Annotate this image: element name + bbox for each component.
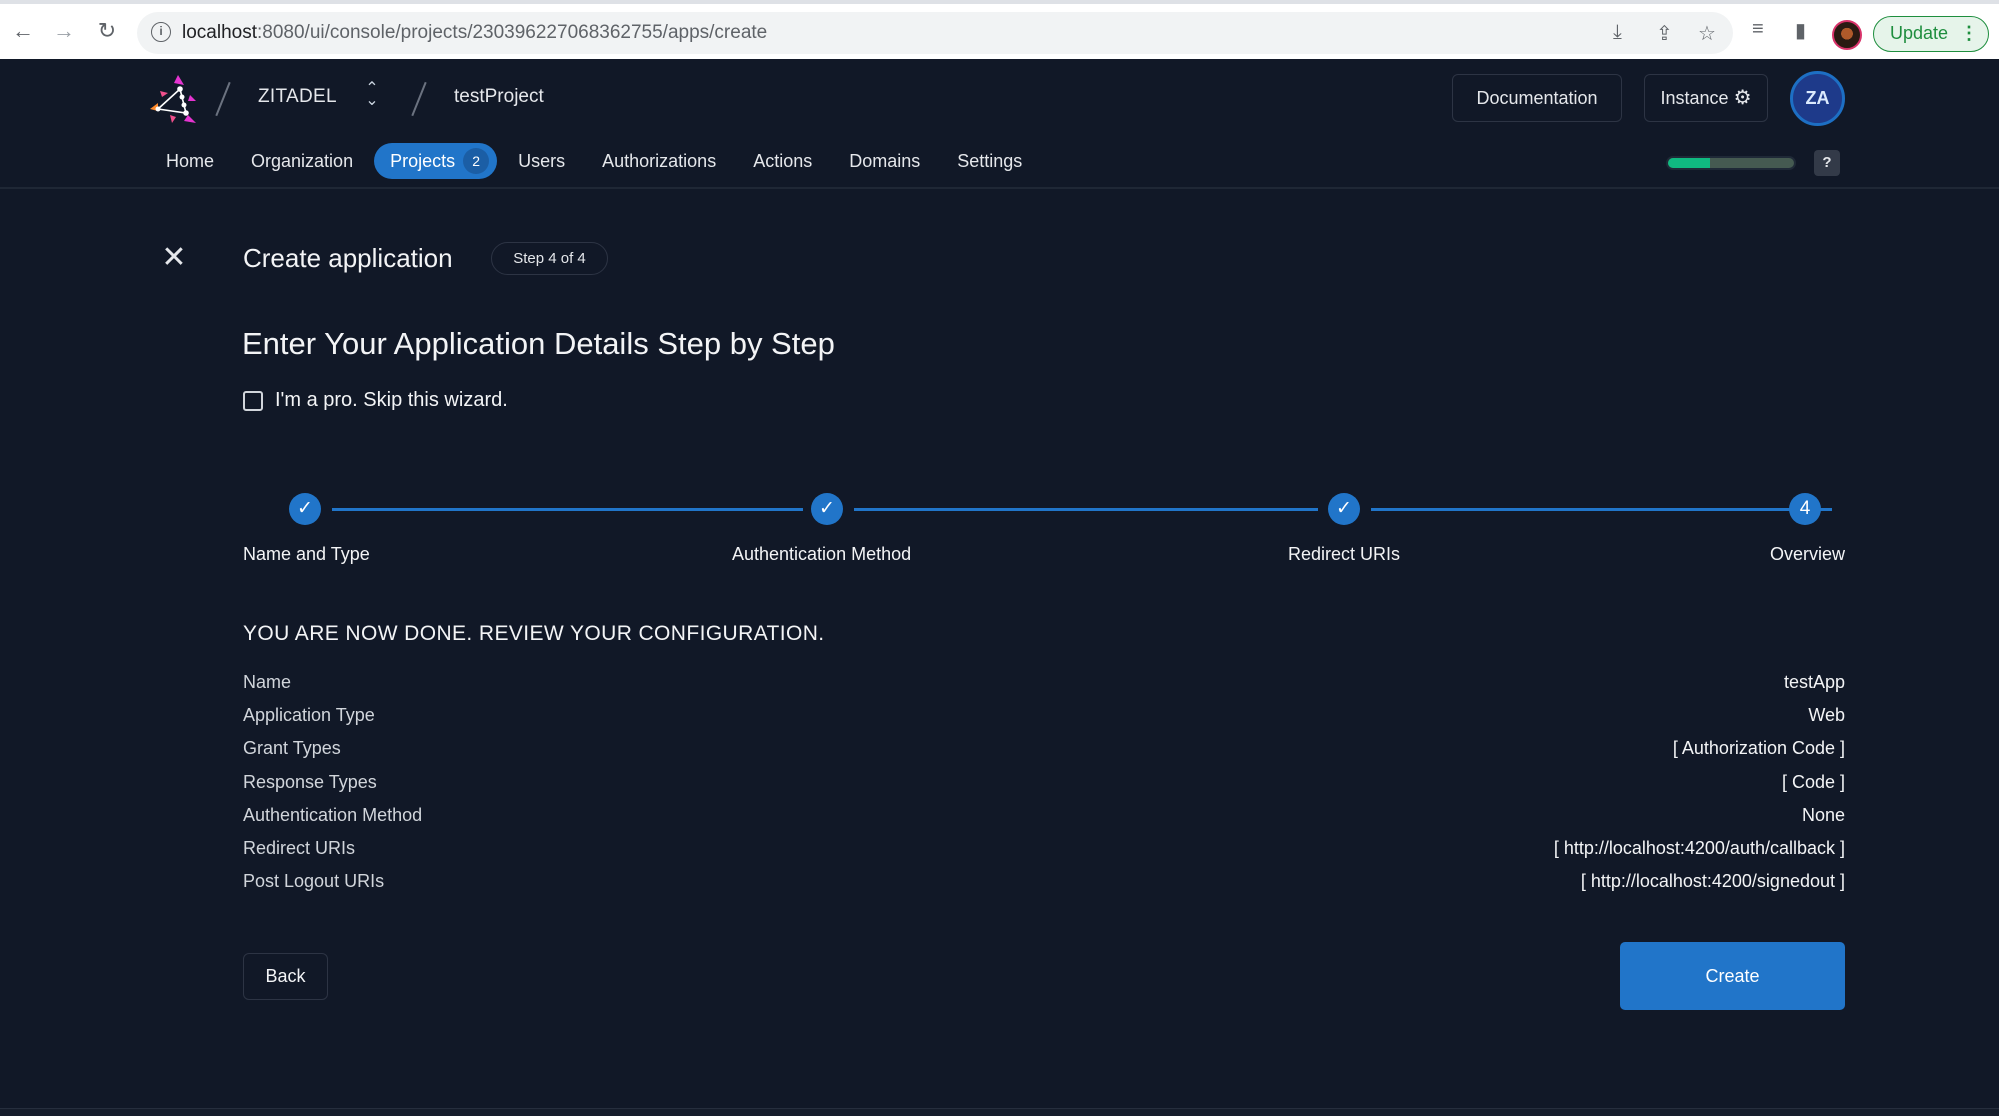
wizard-stepper: ✓ ✓ ✓ 4 Name and Type Authentication Met… [243,488,1845,578]
review-value: [ Authorization Code ] [1672,738,1845,759]
review-key: Name [243,672,292,693]
nav-item-organization[interactable]: Organization [235,143,369,179]
review-row-application-type: Application Type Web [243,699,1845,732]
review-value: [ Code ] [1781,771,1845,792]
profile-avatar[interactable] [1832,20,1862,50]
step-label-overview: Overview [1769,544,1845,564]
org-switch-chevron-icon[interactable]: ⌃ ⌄ [362,81,382,109]
gear-icon: ⚙ [1733,87,1752,109]
url-text[interactable]: localhost:8080/ui/console/projects/23039… [182,22,767,44]
review-heading: YOU ARE NOW DONE. REVIEW YOUR CONFIGURAT… [243,622,825,645]
step-4-number[interactable]: 4 [1789,493,1821,525]
nav-item-settings[interactable]: Settings [941,143,1038,179]
address-bar[interactable]: i localhost:8080/ui/console/projects/230… [137,12,1733,54]
page-title: Create application [243,243,453,273]
step-connector [1371,508,1832,511]
onboarding-progress-bar[interactable] [1666,156,1796,170]
instance-button[interactable]: Instance ⚙ [1644,74,1768,122]
create-button[interactable]: Create [1620,942,1845,1010]
step-label-name-and-type: Name and Type [243,544,370,564]
org-name[interactable]: ZITADEL [258,86,337,108]
review-value: Web [1808,705,1845,726]
review-row-authentication-method: Authentication Method None [243,799,1845,832]
back-icon[interactable]: ← [10,18,36,44]
close-icon[interactable]: ✕ [160,243,188,273]
review-list: Name testApp Application Type Web Grant Ty… [243,666,1845,898]
review-row-post-logout-uris: Post Logout URIs [ http://localhost:4200/… [243,865,1845,898]
main-nav: Home Organization Projects 2 Users Author… [150,143,1043,179]
nav-item-label: Projects [390,151,456,171]
step-label-redirect-uris: Redirect URIs [1288,544,1401,564]
skip-wizard-label[interactable]: I'm a pro. Skip this wizard. [275,389,508,412]
progress-fill [1668,158,1710,168]
nav-item-projects[interactable]: Projects 2 [374,143,498,179]
zitadel-logo-icon[interactable] [148,73,200,125]
nav-item-actions[interactable]: Actions [737,143,828,179]
documentation-button[interactable]: Documentation [1452,74,1622,122]
review-row-grant-types: Grant Types [ Authorization Code ] [243,732,1845,765]
sidebar-icon[interactable]: ▮ [1795,18,1806,43]
review-key: Grant Types [243,738,341,759]
info-icon[interactable]: i [151,22,171,42]
share-icon[interactable]: ⇪ [1656,21,1673,46]
instance-label: Instance [1660,88,1729,108]
step-3-check-icon[interactable]: ✓ [1328,493,1360,525]
review-value: testApp [1783,672,1845,693]
update-label: Update [1890,23,1949,43]
breadcrumb-separator [411,81,427,117]
review-key: Authentication Method [243,804,423,825]
media-icon[interactable]: ≡ [1752,18,1764,41]
review-value: None [1801,804,1845,825]
step-1-check-icon[interactable]: ✓ [289,493,321,525]
step-2-check-icon[interactable]: ✓ [811,493,843,525]
review-key: Redirect URIs [243,838,356,859]
step-indicator-chip: Step 4 of 4 [491,242,608,275]
review-value: [ http://localhost:4200/signedout ] [1580,871,1845,892]
page-footer-divider [0,1108,1999,1116]
help-button[interactable]: ? [1814,150,1840,176]
nav-item-domains[interactable]: Domains [833,143,936,179]
project-name[interactable]: testProject [454,86,544,108]
step-connector [332,508,803,511]
install-icon[interactable]: ⤓ [1613,21,1622,44]
review-row-redirect-uris: Redirect URIs [ http://localhost:4200/aut… [243,832,1845,865]
back-button[interactable]: Back [243,953,328,1000]
nav-item-users[interactable]: Users [502,143,581,179]
review-key: Application Type [243,705,375,726]
menu-dots-icon[interactable]: ⋮ [1960,17,1978,50]
url-host: localhost [182,22,257,43]
reload-icon[interactable]: ↻ [94,18,120,44]
update-button[interactable]: Update ⋮ [1873,16,1989,52]
projects-count-badge: 2 [463,147,490,174]
step-label-authentication-method: Authentication Method [732,544,912,564]
app-header: ZITADEL ⌃ ⌄ testProject Documentation Ins… [0,59,1999,189]
review-row-response-types: Response Types [ Code ] [243,766,1845,799]
url-path: :8080/ui/console/projects/23039622706836… [257,22,768,43]
browser-toolbar: ← → ↻ i localhost:8080/ui/console/projec… [0,0,1999,59]
nav-item-home[interactable]: Home [150,143,230,179]
skip-wizard-checkbox-row[interactable]: I'm a pro. Skip this wizard. [243,389,508,412]
breadcrumb-separator [215,81,231,117]
nav-item-authorizations[interactable]: Authorizations [586,143,732,179]
skip-wizard-checkbox[interactable] [243,390,263,411]
user-avatar[interactable]: ZA [1790,71,1845,126]
bookmark-star-icon[interactable]: ☆ [1698,21,1716,46]
review-key: Response Types [243,771,377,792]
step-connector [854,508,1318,511]
wizard-heading: Enter Your Application Details Step by S… [242,326,835,361]
review-row-name: Name testApp [243,666,1845,699]
review-value: [ http://localhost:4200/auth/callback ] [1553,838,1845,859]
review-key: Post Logout URIs [243,871,385,892]
forward-icon[interactable]: → [51,18,77,44]
